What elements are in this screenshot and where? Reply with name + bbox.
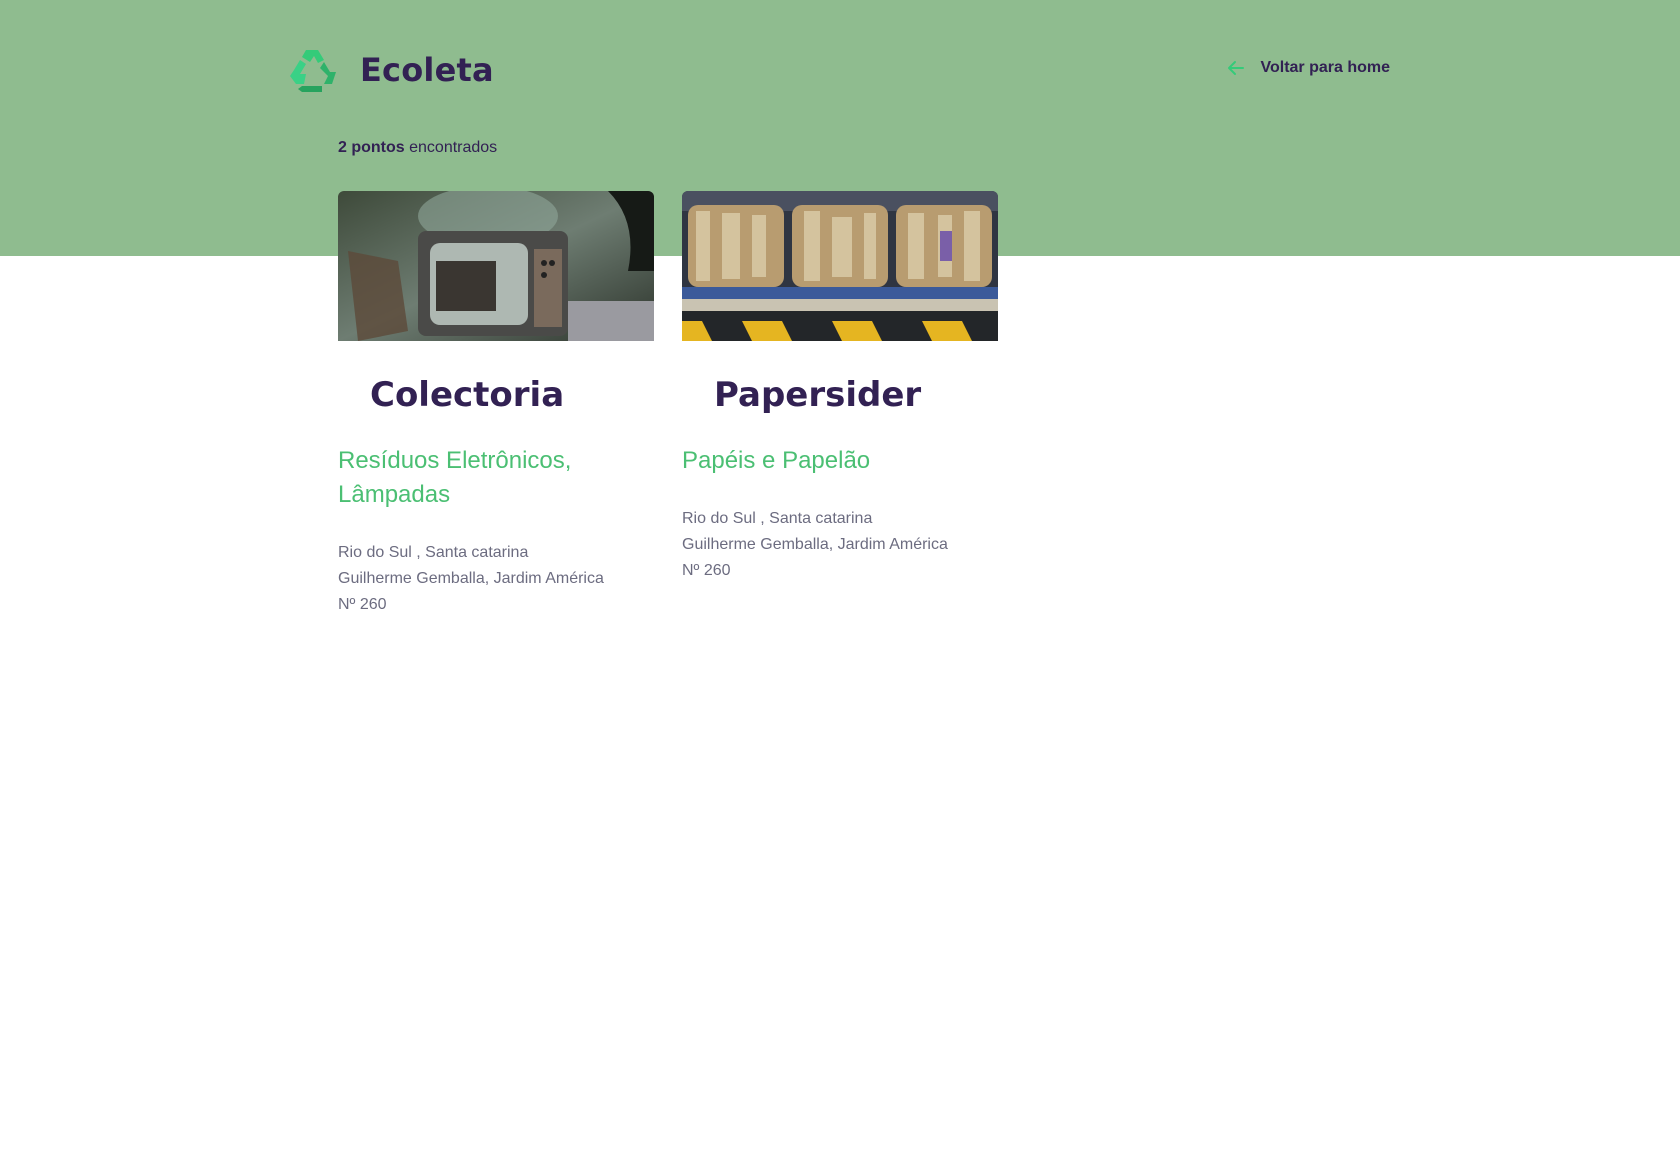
point-name: Papersider [714, 375, 922, 415]
point-items: Resíduos Eletrônicos, Lâmpadas [338, 447, 572, 509]
back-home-link[interactable]: Voltar para home [1226, 58, 1390, 78]
arrow-left-icon [1228, 61, 1245, 75]
point-address: Rio do Sul , Santa catarina Guilherme Ge… [682, 506, 998, 584]
point-items: Papéis e Papelão [682, 447, 871, 475]
back-home-label: Voltar para home [1260, 59, 1390, 76]
logo-text: Ecoleta [360, 51, 494, 89]
results-count-number: 2 pontos [338, 139, 405, 156]
address-city: Rio do Sul , Santa catarina [682, 510, 873, 528]
point-card[interactable]: Colectoria Resíduos Eletrônicos, Lâmpada… [338, 191, 654, 618]
address-number: Nº 260 [682, 562, 731, 580]
address-street: Guilherme Gemballa, Jardim América [338, 570, 604, 588]
point-image [682, 191, 998, 341]
point-image [338, 191, 654, 341]
point-address: Rio do Sul , Santa catarina Guilherme Ge… [338, 540, 654, 618]
point-card[interactable]: Papersider Papéis e Papelão Rio do Sul ,… [682, 191, 998, 584]
address-number: Nº 260 [338, 596, 387, 614]
logo-link[interactable]: Ecoleta [288, 46, 494, 94]
results-count-text: encontrados [404, 139, 498, 156]
point-name: Colectoria [370, 375, 565, 415]
recycle-icon [290, 50, 336, 92]
address-city: Rio do Sul , Santa catarina [338, 544, 529, 562]
address-street: Guilherme Gemballa, Jardim América [682, 536, 948, 554]
results-count: 2 pontos encontrados [338, 139, 497, 157]
